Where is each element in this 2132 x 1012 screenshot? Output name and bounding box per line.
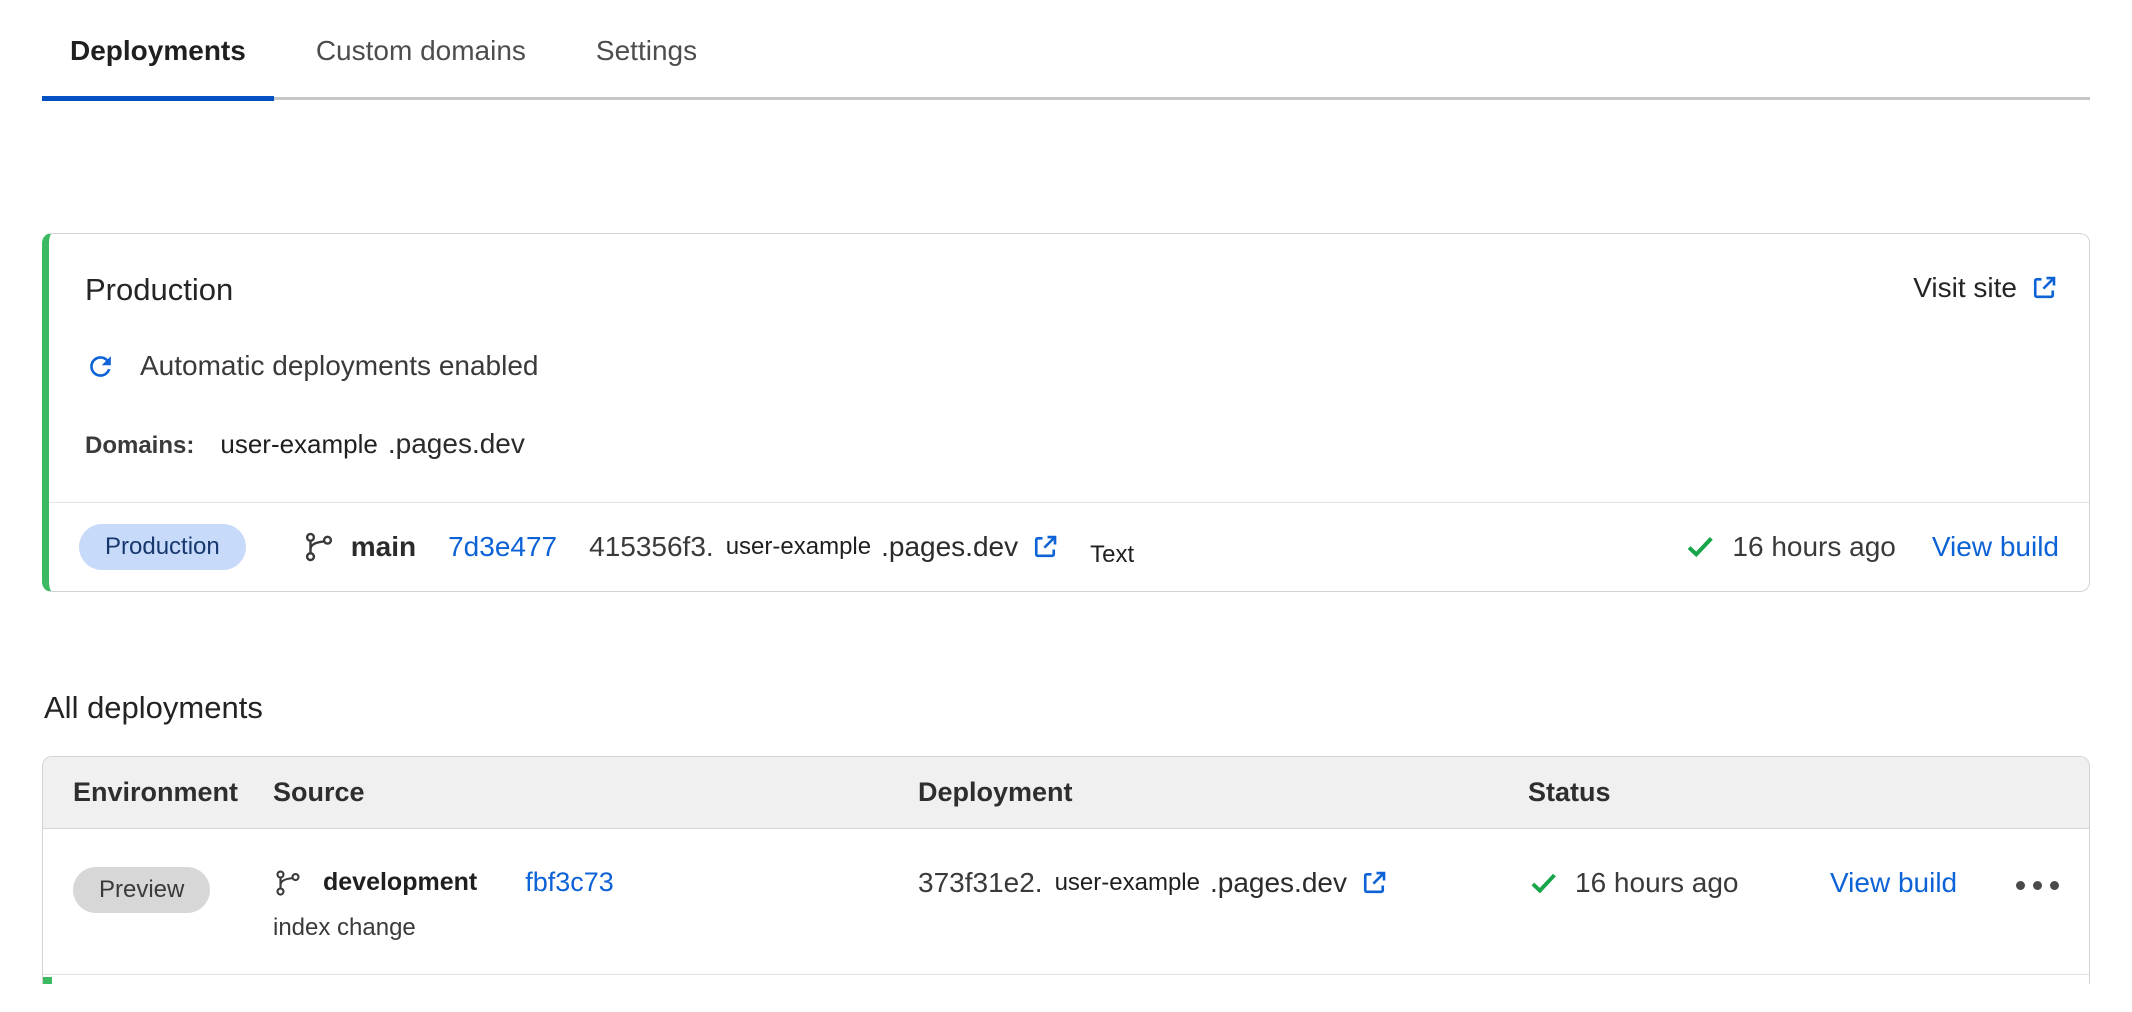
next-row-peek: [43, 975, 2089, 984]
check-icon: [1528, 868, 1559, 899]
column-header-environment: Environment: [43, 777, 273, 808]
commit-message: index change: [273, 914, 918, 942]
environment-badge: Preview: [73, 867, 210, 913]
deployments-table: Environment Source Deployment Status Pre…: [42, 756, 2090, 984]
branch-name: development: [323, 868, 477, 897]
table-row: Preview development fbf3c73: [43, 829, 2089, 975]
production-card-title: Production: [85, 272, 233, 308]
external-link-icon: [1347, 868, 1389, 898]
deployment-suffix: .pages.dev: [881, 531, 1018, 563]
auto-deploy-text: Automatic deployments enabled: [140, 350, 538, 382]
tab-settings[interactable]: Settings: [568, 35, 725, 97]
ellipsis-icon: [2033, 881, 2042, 890]
all-deployments-heading: All deployments: [44, 690, 2090, 726]
deployment-domain: user-example: [726, 533, 871, 561]
ellipsis-icon: [2050, 881, 2059, 890]
deployment-domain: user-example: [1055, 869, 1200, 897]
refresh-icon: [85, 351, 116, 382]
column-header-deployment: Deployment: [918, 777, 1528, 808]
git-branch-icon: [273, 868, 303, 898]
tab-deployments-label: Deployments: [70, 35, 246, 66]
deployment-status: 16 hours ago: [1684, 531, 1895, 563]
column-header-status: Status: [1528, 777, 1830, 808]
visit-site-button[interactable]: Visit site: [1913, 272, 2059, 304]
table-header-row: Environment Source Deployment Status: [43, 757, 2089, 829]
git-branch-icon: [302, 530, 336, 564]
row-menu-button[interactable]: [2016, 829, 2089, 890]
production-card: Production Visit site Automatic deploym: [42, 233, 2090, 592]
deployment-status: 16 hours ago: [1528, 829, 1830, 899]
view-build-link[interactable]: View build: [1830, 867, 1957, 898]
tab-settings-label: Settings: [596, 35, 697, 66]
page-content: Deployments Custom domains Settings Prod…: [42, 0, 2090, 984]
domain-suffix: .pages.dev: [388, 428, 525, 460]
ellipsis-icon: [2016, 881, 2025, 890]
tab-deployments[interactable]: Deployments: [42, 35, 274, 97]
commit-link[interactable]: 7d3e477: [448, 531, 557, 563]
external-link-icon: [1018, 532, 1060, 562]
deployment-url-link[interactable]: 373f31e2. user-example .pages.dev: [918, 867, 1528, 899]
deployment-id: 415356f3.: [589, 531, 714, 563]
deployment-url-link[interactable]: 415356f3. user-example .pages.dev: [589, 531, 1060, 563]
tab-custom-domains[interactable]: Custom domains: [288, 35, 554, 97]
deployment-time: 16 hours ago: [1575, 867, 1738, 899]
deployment-suffix: .pages.dev: [1210, 867, 1347, 899]
next-row-green-edge: [42, 977, 52, 984]
branch-name: main: [351, 531, 416, 563]
visit-site-label: Visit site: [1913, 272, 2017, 304]
commit-link[interactable]: fbf3c73: [525, 867, 614, 898]
environment-badge: Production: [79, 524, 246, 570]
deployment-id: 373f31e2.: [918, 867, 1043, 899]
tab-bar: Deployments Custom domains Settings: [42, 0, 2090, 100]
deployment-time: 16 hours ago: [1732, 531, 1895, 563]
tab-custom-domains-label: Custom domains: [316, 35, 526, 66]
domains-label: Domains:: [85, 432, 194, 460]
domain-name: user-example: [220, 429, 378, 460]
view-build-link[interactable]: View build: [1932, 531, 2059, 563]
column-header-source: Source: [273, 777, 918, 808]
production-deployment-row: Production main 7d3e477 415356f3. user-e…: [49, 503, 2089, 591]
external-link-icon: [2029, 273, 2059, 303]
check-icon: [1684, 531, 1716, 563]
note-text: Text: [1090, 541, 1134, 569]
